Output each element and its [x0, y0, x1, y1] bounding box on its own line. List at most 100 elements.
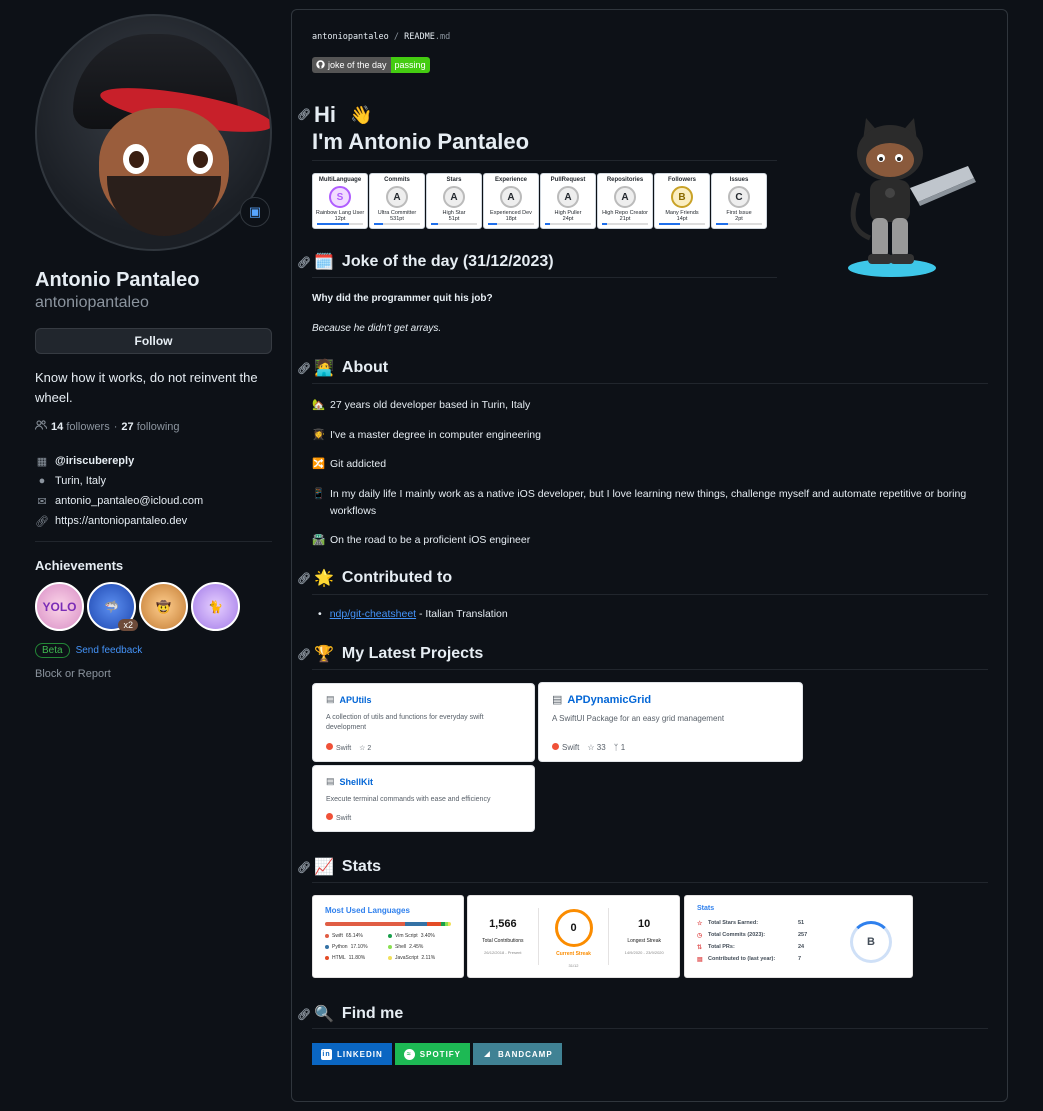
contrib-repo-link[interactable]: ndp/git-cheatsheet: [330, 608, 416, 620]
repo-stars: 2: [367, 744, 372, 752]
trophy-progress: [602, 223, 648, 225]
trophy-multilanguage[interactable]: MultiLanguage S Rainbow Lang User 12pt: [312, 173, 368, 229]
trophy-repositories[interactable]: Repositories A High Repo Creator 21pt: [597, 173, 653, 229]
trophy-points: 12pt: [334, 216, 346, 222]
repo-link[interactable]: antoniopantaleo: [312, 32, 389, 42]
social-badges: in LINKEDIN ≈ SPOTIFY ◢ BANDCAMP: [312, 1043, 562, 1065]
heading-stats: 🔗︎ 📈 Stats: [297, 857, 381, 877]
anchor-link-icon[interactable]: 🔗︎: [297, 1008, 311, 1021]
magnifier-icon: 🔍: [314, 1006, 334, 1023]
linkedin-label: LINKEDIN: [337, 1049, 383, 1059]
repo-name[interactable]: APDynamicGrid: [567, 694, 651, 706]
trophy-stars[interactable]: Stars A High Star 51pt: [426, 173, 482, 229]
language-item: Shell 2.45%: [388, 944, 451, 950]
readme-filename: README: [404, 32, 435, 42]
anchor-link-icon[interactable]: 🔗︎: [297, 648, 311, 661]
followers-link[interactable]: 14 followers: [51, 421, 110, 433]
readme-breadcrumb: antoniopantaleo / README.md: [312, 32, 450, 42]
streak-stats-card[interactable]: 1,566 Total Contributions 26/12/2018 - P…: [467, 895, 680, 978]
trophy-commits[interactable]: Commits A Ultra Committer 531pt: [369, 173, 425, 229]
detail-org: ▦ @iriscubereply: [35, 451, 272, 471]
repo-icon: ▤: [552, 694, 563, 706]
profile-fullname: Antonio Pantaleo: [35, 269, 200, 291]
language-dot: [325, 956, 329, 960]
language-item: HTML 11.80%: [325, 955, 388, 961]
avatar-container: ▣: [35, 14, 272, 251]
detail-location: ● Turin, Italy: [35, 471, 272, 491]
following-link[interactable]: 27 following: [121, 421, 179, 433]
heading-hi: 🔗︎ Hi 👋: [297, 101, 372, 129]
workflow-status-badge[interactable]: joke of the day passing: [312, 57, 430, 73]
breadcrumb-separator: /: [393, 32, 400, 42]
octocat-laptop-illustration: [848, 118, 976, 277]
org-link[interactable]: @iriscubereply: [55, 455, 134, 467]
trophy-pullrequest[interactable]: PullRequest A High Puller 24pt: [540, 173, 596, 229]
mail-icon: ✉: [37, 495, 47, 508]
github-stats-card[interactable]: Stats ☆ Total Stars Earned: 51 ◷ Total Comm…: [684, 895, 913, 978]
contrib-desc: - Italian Translation: [416, 608, 508, 620]
repo-name[interactable]: APUtils: [340, 695, 372, 705]
language-dot: [325, 934, 329, 938]
language-item: JavaScript 2.11%: [388, 955, 451, 961]
trophy-cup-icon: A: [614, 186, 636, 208]
wave-emoji: 👋: [350, 105, 373, 125]
repo-desc: Execute terminal commands with ease and …: [326, 796, 491, 803]
beta-label: Beta: [35, 643, 70, 658]
trophy-followers[interactable]: Followers B Many Friends 14pt: [654, 173, 710, 229]
anchor-link-icon[interactable]: 🔗︎: [297, 572, 311, 585]
achievement-starstruck[interactable]: 🤠: [139, 582, 188, 631]
intro-heading: I'm Antonio Pantaleo: [312, 129, 530, 154]
stat-value: 24: [798, 944, 805, 950]
total-contributions: 1,566 Total Contributions 26/12/2018 - P…: [468, 896, 538, 977]
language-dot: [325, 945, 329, 949]
bandcamp-badge[interactable]: ◢ BANDCAMP: [473, 1043, 562, 1065]
spotify-label: SPOTIFY: [419, 1049, 462, 1059]
stats-title: Stats: [341, 858, 382, 875]
laptop-icon[interactable]: ▣: [240, 197, 270, 227]
repo-card-apdynamicgrid[interactable]: ▤ APDynamicGrid A SwiftUI Package for an …: [538, 682, 803, 762]
pr-icon: ⇅: [697, 944, 703, 951]
website-link[interactable]: https://antoniopantaleo.dev: [55, 515, 187, 527]
language-item: Swift 65.14%: [325, 933, 388, 939]
repo-meta: Swift: [326, 813, 351, 822]
achievements-title: Achievements: [35, 558, 124, 573]
trophy-experience[interactable]: Experience A Experienced Dev 18pt: [483, 173, 539, 229]
block-or-report-link[interactable]: Block or Report: [35, 668, 272, 680]
grade-value: B: [867, 936, 875, 948]
avatar[interactable]: [35, 14, 272, 251]
anchor-link-icon[interactable]: 🔗︎: [297, 362, 311, 375]
language-color-dot: [326, 813, 333, 820]
repo-card-aputils[interactable]: ▤ APUtils A collection of utils and funct…: [312, 683, 535, 762]
language-pct: 65.14%: [345, 933, 363, 939]
linkedin-badge[interactable]: in LINKEDIN: [312, 1043, 392, 1065]
badge-right-text: passing: [390, 57, 430, 73]
trophy-cup-icon: C: [728, 186, 750, 208]
trophy-issues[interactable]: Issues C First Issue 2pt: [711, 173, 767, 229]
follow-button[interactable]: Follow: [35, 328, 272, 354]
language-color-dot: [326, 743, 333, 750]
fork-icon: ᛉ: [613, 743, 619, 752]
about-item: 🔀 Git addicted: [312, 456, 982, 473]
followers-label: followers: [66, 420, 110, 433]
most-used-languages-card[interactable]: Most Used Languages Swift 65.14% Vim Scr…: [312, 895, 464, 978]
fire-ring-icon: 0: [554, 908, 593, 947]
achievement-yolo[interactable]: YOLO: [35, 582, 84, 631]
trophy-points: 2pt: [735, 216, 743, 222]
send-feedback-link[interactable]: Send feedback: [76, 645, 143, 656]
trophy-progress: [488, 223, 534, 225]
trophy-progress: [545, 223, 591, 225]
following-count: 27: [121, 420, 134, 433]
achievement-pull-shark[interactable]: 🦈 x2: [87, 582, 138, 631]
email-link[interactable]: antonio_pantaleo@icloud.com: [55, 495, 203, 507]
current-streak-label: Current Streak: [556, 950, 591, 957]
achievement-quickdraw[interactable]: 🐈: [191, 582, 240, 631]
language-name: JavaScript: [395, 955, 419, 961]
longest-streak-value: 10: [638, 918, 651, 930]
spotify-badge[interactable]: ≈ SPOTIFY: [394, 1043, 471, 1065]
anchor-link-icon[interactable]: 🔗︎: [297, 256, 311, 269]
anchor-link-icon[interactable]: 🔗︎: [297, 861, 311, 874]
anchor-link-icon[interactable]: 🔗︎: [297, 101, 311, 129]
repo-name[interactable]: ShellKit: [340, 777, 374, 787]
repo-card-shellkit[interactable]: ▤ ShellKit Execute terminal commands with…: [312, 765, 535, 832]
about-item: 🛣️ On the road to be a proficient iOS eng…: [312, 532, 982, 549]
